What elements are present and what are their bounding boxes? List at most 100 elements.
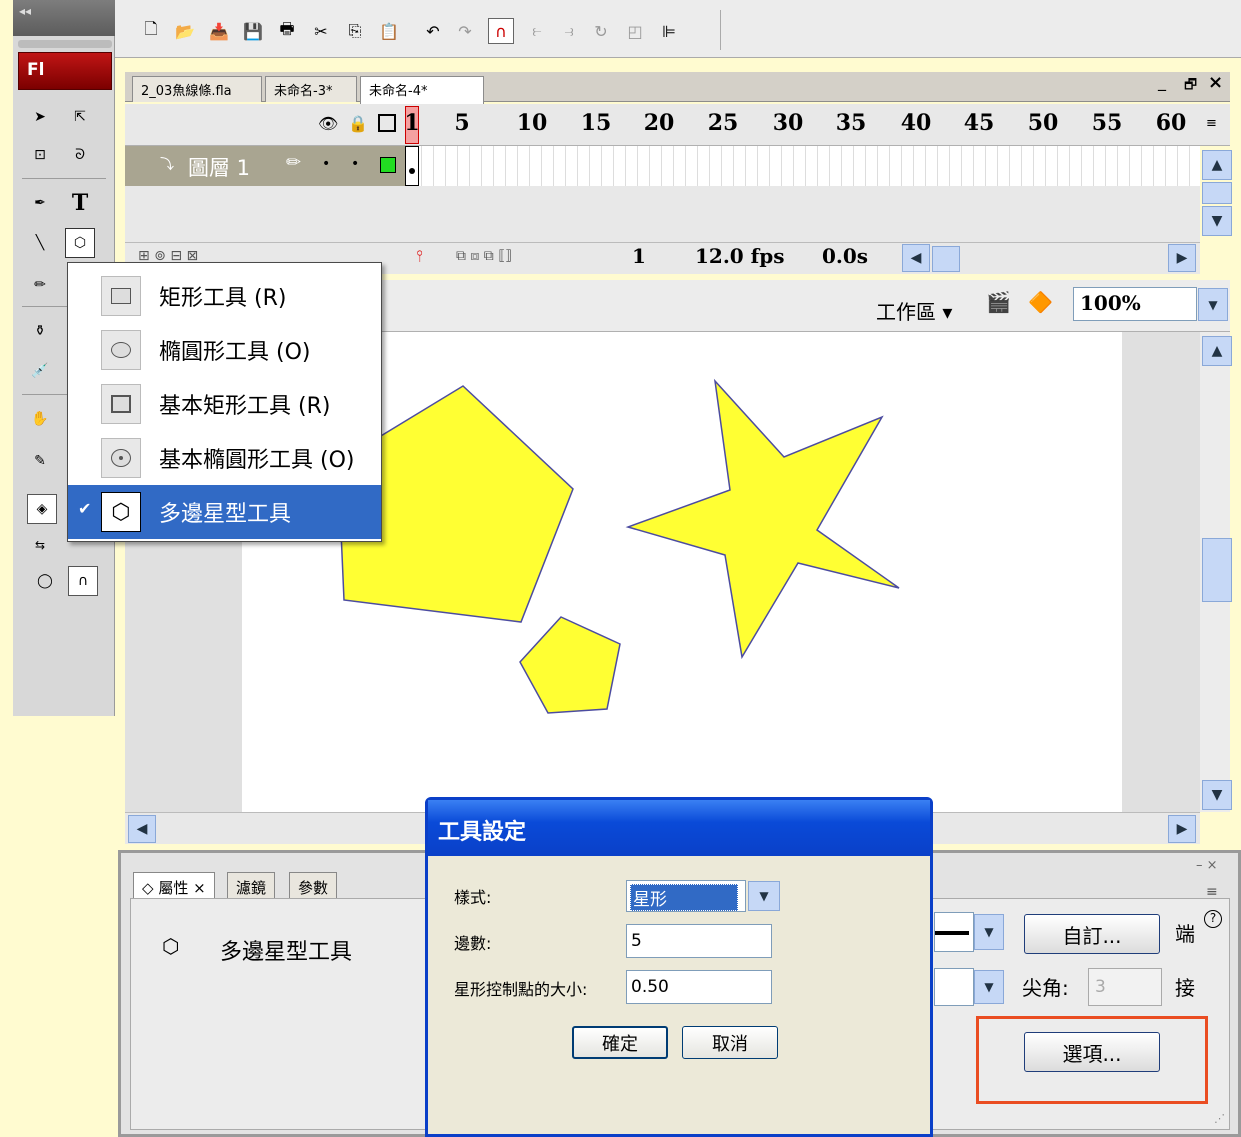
tab-filters[interactable]: 濾鏡 <box>227 872 276 900</box>
menu-item-rect[interactable]: 矩形工具 (R) <box>68 269 381 323</box>
pencil-tool-icon[interactable]: ✏ <box>25 270 55 300</box>
open-remote-icon[interactable]: 📥 <box>206 18 232 44</box>
polystar-tool-icon[interactable]: ⬡ <box>65 228 95 258</box>
stroke-scale-field[interactable] <box>934 968 974 1006</box>
workspace-menu[interactable]: 工作區 ▾ <box>876 296 952 325</box>
panel-close-icon[interactable]: – × <box>1196 858 1218 873</box>
point-size-label: 星形控制點的大小: <box>454 980 588 999</box>
frame-number: 50 <box>1027 110 1059 136</box>
paste-icon[interactable]: 📋 <box>376 18 402 44</box>
scale-icon[interactable]: ◰ <box>622 18 648 44</box>
menu-item-primitive-ellipse[interactable]: 基本橢圓形工具 (O) <box>68 431 381 485</box>
ink-bottle-tool-icon[interactable]: ⚱ <box>25 316 55 346</box>
eyedropper-tool-icon[interactable]: 💉 <box>25 356 55 386</box>
tab-properties[interactable]: ◇ 屬性 × <box>133 872 215 900</box>
menu-item-polystar[interactable]: ✔ ⬡ 多邊星型工具 <box>68 485 381 539</box>
zoom-dropdown-icon[interactable]: ▼ <box>1198 288 1228 321</box>
style-dropdown-icon[interactable]: ▼ <box>748 881 780 911</box>
lock-icon[interactable]: 🔒 <box>348 114 368 133</box>
keyframe-1[interactable] <box>405 146 419 186</box>
undo-icon[interactable]: ↶ <box>420 18 446 44</box>
resize-grip-icon[interactable]: ⋰ <box>1214 1112 1225 1125</box>
timeline-scroll-thumb[interactable] <box>1202 182 1232 204</box>
open-file-icon[interactable]: 📂 <box>172 18 198 44</box>
snap-to-objects-icon[interactable]: ∩ <box>68 566 98 596</box>
layer-color-icon[interactable] <box>380 157 396 173</box>
menu-item-label: 基本矩形工具 (R) <box>159 394 331 419</box>
free-transform-tool-icon[interactable]: ⊡ <box>25 140 55 170</box>
tab-doc-1[interactable]: 2_03魚線條.fla <box>132 76 262 102</box>
align-icon[interactable]: ⊫ <box>656 18 682 44</box>
visible-dot-icon[interactable]: • <box>322 156 330 172</box>
hand-tool-icon[interactable]: ✋ <box>25 404 55 434</box>
stroke-scale-dropdown-icon[interactable]: ▼ <box>974 970 1004 1004</box>
tab-parameters[interactable]: 參數 <box>289 872 338 900</box>
text-tool-icon[interactable]: T <box>65 188 95 218</box>
timeline-hscroll-thumb[interactable] <box>932 246 960 272</box>
pen-tool-icon[interactable]: ✒ <box>25 188 55 218</box>
scroll-right-icon[interactable]: ▶ <box>1168 815 1196 843</box>
tools-grip[interactable] <box>18 40 112 48</box>
selection-tool-icon[interactable]: ➤ <box>25 102 55 132</box>
save-icon[interactable]: 💾 <box>240 18 266 44</box>
menu-item-primitive-rect[interactable]: 基本矩形工具 (R) <box>68 377 381 431</box>
edit-pencil-icon: ✏ <box>286 152 302 173</box>
object-drawing-icon[interactable]: ◯ <box>30 566 60 596</box>
smooth-icon[interactable]: ⥼ <box>524 18 550 44</box>
lock-dot-icon[interactable]: • <box>351 156 359 172</box>
stroke-style-dropdown-icon[interactable]: ▼ <box>974 914 1004 950</box>
swap-colors-icon[interactable]: ⇆ <box>25 530 55 560</box>
zoom-field[interactable]: 100% <box>1073 287 1197 321</box>
minimize-button[interactable]: _ <box>1158 72 1166 91</box>
options-button[interactable]: 選項... <box>1024 1032 1160 1072</box>
center-frame-icon[interactable]: ⫯ <box>416 246 423 266</box>
redo-icon[interactable]: ↷ <box>452 18 478 44</box>
stroke-color-icon[interactable]: ✎ <box>25 446 55 476</box>
line-tool-icon[interactable]: ╲ <box>25 228 55 258</box>
timeline-menu-icon[interactable]: ≡ <box>1206 116 1217 131</box>
sides-field[interactable]: 5 <box>626 924 772 958</box>
tab-doc-3[interactable]: 未命名-4* <box>360 76 484 104</box>
close-button[interactable]: × <box>1208 72 1223 93</box>
restore-button[interactable]: 🗗 <box>1184 74 1197 98</box>
frame-rate[interactable]: 12.0 fps <box>695 244 785 268</box>
straighten-icon[interactable]: ⥽ <box>556 18 582 44</box>
frames-row[interactable] <box>410 146 1200 186</box>
custom-button[interactable]: 自訂... <box>1024 914 1160 954</box>
cut-icon[interactable]: ✂ <box>308 18 334 44</box>
eye-icon[interactable]: 👁 <box>318 114 338 133</box>
layer-type-icon: ⤵ <box>160 157 174 173</box>
scroll-left-icon[interactable]: ◀ <box>902 244 930 272</box>
stage-scroll-thumb[interactable] <box>1202 538 1232 602</box>
style-select[interactable]: 星形 <box>626 880 746 912</box>
stroke-style-preview[interactable] <box>934 912 974 952</box>
tools-collapse[interactable]: ◂◂ <box>13 0 115 36</box>
scroll-down-icon[interactable]: ▼ <box>1202 780 1232 810</box>
snap-magnet-icon[interactable]: ∩ <box>488 18 514 44</box>
layer-name[interactable]: 圖層 1 <box>188 152 250 182</box>
help-icon[interactable]: ? <box>1204 910 1222 928</box>
menu-item-ellipse[interactable]: 橢圓形工具 (O) <box>68 323 381 377</box>
scroll-up-icon[interactable]: ▲ <box>1202 336 1232 366</box>
scroll-down-icon[interactable]: ▼ <box>1202 206 1232 236</box>
frame-number: 40 <box>900 110 932 136</box>
onion-skin-icons[interactable]: ⧉ ⧈ ⧉ ⟦⟧ <box>456 248 512 264</box>
fill-color-icon[interactable]: ◈ <box>27 494 57 524</box>
miter-field[interactable]: 3 <box>1088 968 1162 1006</box>
panel-menu-icon[interactable]: ≡ <box>1206 884 1218 900</box>
point-size-field[interactable]: 0.50 <box>626 970 772 1004</box>
subselection-tool-icon[interactable]: ⇱ <box>65 102 95 132</box>
scroll-left-icon[interactable]: ◀ <box>128 815 156 843</box>
edit-symbol-icon[interactable]: 🔶 <box>1028 290 1053 314</box>
ok-button[interactable]: 確定 <box>572 1026 668 1059</box>
scroll-up-icon[interactable]: ▲ <box>1202 150 1232 180</box>
scroll-right-icon[interactable]: ▶ <box>1168 244 1196 272</box>
copy-icon[interactable]: ⎘ <box>342 18 368 44</box>
tab-doc-2[interactable]: 未命名-3* <box>265 76 357 102</box>
cancel-button[interactable]: 取消 <box>682 1026 778 1059</box>
new-file-icon[interactable]: 🗋 <box>138 18 164 44</box>
lasso-tool-icon[interactable]: ᘐ <box>65 140 95 170</box>
edit-scene-icon[interactable]: 🎬 <box>986 290 1011 314</box>
rotate-icon[interactable]: ↻ <box>588 18 614 44</box>
print-icon[interactable]: 🖶 <box>274 18 300 44</box>
